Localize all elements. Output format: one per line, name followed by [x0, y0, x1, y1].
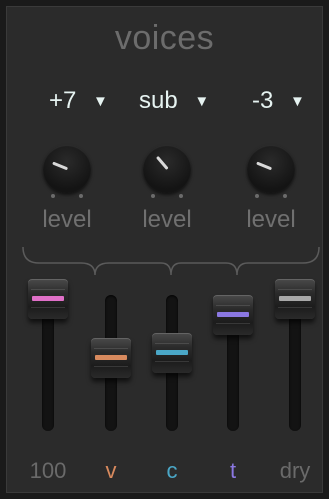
fader-handle[interactable]	[152, 333, 192, 373]
knob-max-dot	[179, 194, 183, 198]
transpose-select-3[interactable]: -3 ▼	[252, 87, 305, 117]
knob-max-dot	[283, 194, 287, 198]
dropdown-arrow-icon: ▼	[194, 93, 210, 110]
fader-handle-ridge	[94, 366, 128, 368]
fader-handle-ridge	[278, 289, 312, 290]
fader-handle[interactable]	[91, 338, 131, 379]
knob-label: level	[246, 206, 296, 233]
knob-label: level	[42, 206, 92, 233]
fader-handle[interactable]	[28, 279, 68, 319]
routing-brace	[22, 246, 320, 276]
fader-label: dry	[279, 458, 311, 483]
fader-handle-ridge	[216, 323, 250, 325]
level-knob[interactable]	[247, 145, 295, 193]
fader-label: 100	[29, 458, 67, 483]
knob-max-dot	[79, 194, 83, 198]
fader-label: t	[229, 458, 237, 483]
fader-color-indicator	[217, 312, 249, 318]
select-value: sub	[139, 87, 178, 114]
knob-pointer	[155, 155, 169, 170]
knob-min-dot	[51, 194, 55, 198]
fader-color-indicator	[279, 296, 311, 301]
knob-min-dot	[151, 194, 155, 198]
fader-label: v	[105, 458, 117, 483]
select-value: +7	[49, 87, 77, 114]
fader-handle-ridge	[155, 361, 189, 362]
fader-label: c	[166, 458, 178, 483]
transpose-select-1[interactable]: +7 ▼	[49, 87, 108, 117]
panel-title: voices	[114, 19, 215, 57]
dropdown-arrow-icon: ▼	[290, 93, 305, 110]
knob-pointer	[51, 161, 68, 171]
knob-min-dot	[255, 194, 259, 198]
fader-handle-ridge	[155, 343, 189, 344]
voices-panel: voices +7 ▼ sub ▼ -3 ▼ level level level…	[6, 6, 323, 493]
level-knob[interactable]	[143, 145, 191, 193]
fader-color-indicator	[32, 296, 64, 301]
fader-handle-ridge	[94, 348, 128, 350]
fader-color-indicator	[95, 355, 127, 361]
fader-handle-ridge	[216, 305, 250, 307]
select-value: -3	[252, 87, 274, 114]
transpose-select-2[interactable]: sub ▼	[139, 87, 209, 117]
knob-label: level	[142, 206, 192, 233]
fader-color-indicator	[156, 350, 188, 355]
fader-handle-ridge	[31, 289, 65, 290]
dropdown-arrow-icon: ▼	[93, 93, 108, 110]
fader-handle[interactable]	[275, 279, 315, 319]
fader-handle-ridge	[278, 307, 312, 308]
knob-pointer	[255, 161, 272, 171]
level-knob[interactable]	[43, 145, 91, 193]
fader-handle-ridge	[31, 307, 65, 308]
fader-handle[interactable]	[213, 295, 253, 336]
